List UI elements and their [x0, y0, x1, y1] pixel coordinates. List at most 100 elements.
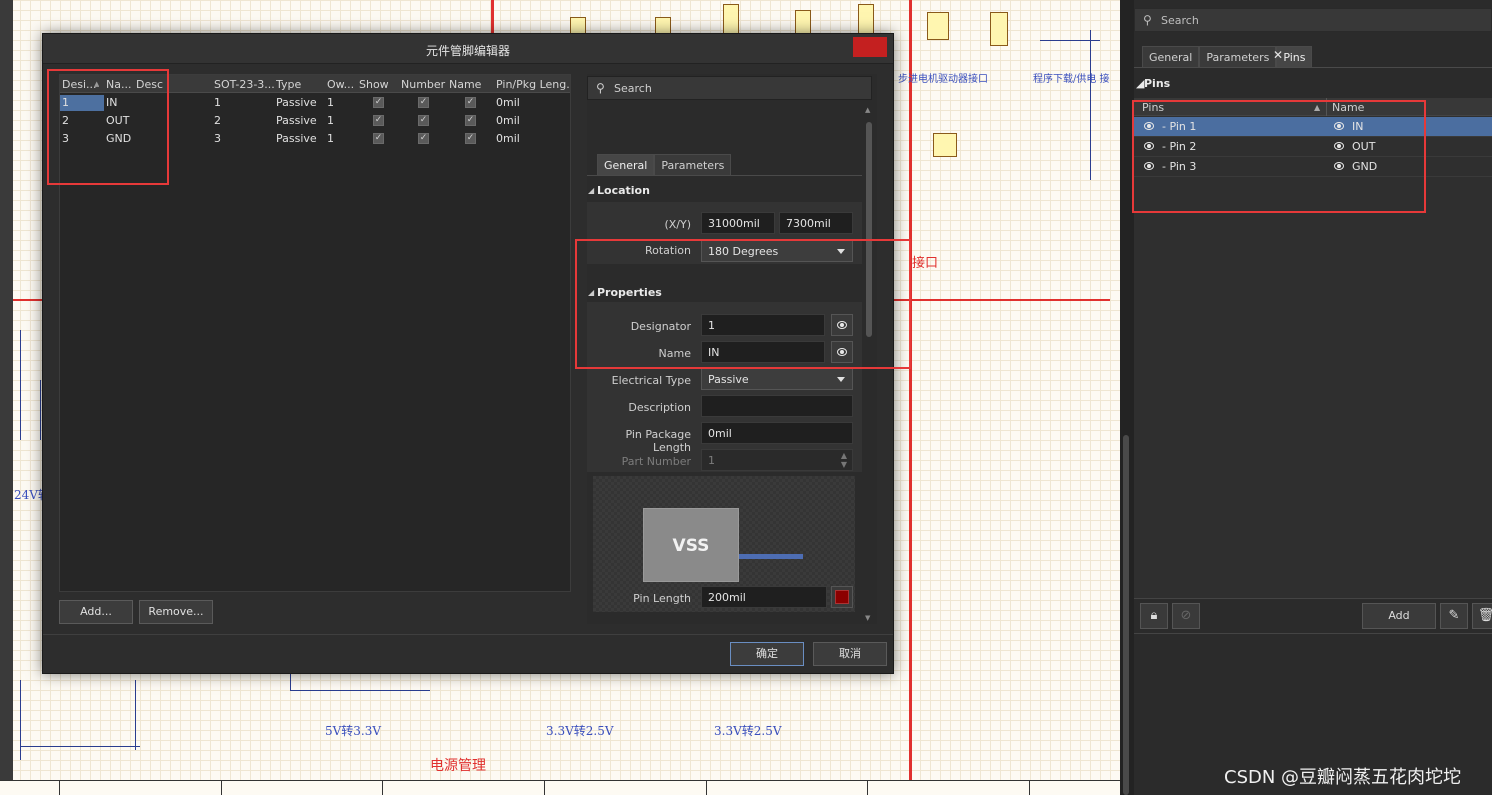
footer-divider: [43, 634, 893, 635]
remove-pin-button[interactable]: Remove...: [139, 600, 213, 624]
name-checkbox[interactable]: ✓: [465, 97, 476, 108]
cell-pin-length[interactable]: 0mil: [496, 114, 520, 127]
cell-type[interactable]: Passive: [276, 132, 317, 145]
eye-icon: [837, 348, 847, 356]
connector-symbol: [723, 4, 739, 34]
number-checkbox[interactable]: ✓: [418, 97, 429, 108]
add-pin-button[interactable]: Add: [1362, 603, 1436, 629]
number-checkbox[interactable]: ✓: [418, 115, 429, 126]
col-pin-length[interactable]: Pin/Pkg Leng...: [496, 78, 570, 91]
lock-button[interactable]: 🔒︎: [1140, 603, 1168, 629]
eye-off-icon: ⊘: [1180, 608, 1192, 623]
scroll-up-icon[interactable]: ▲: [865, 106, 870, 114]
col-type[interactable]: Type: [276, 78, 324, 91]
show-checkbox[interactable]: ✓: [373, 115, 384, 126]
cell-package[interactable]: 3: [214, 132, 221, 145]
description-field[interactable]: [701, 395, 853, 417]
cell-name[interactable]: OUT: [106, 114, 129, 127]
edit-button[interactable]: ✎: [1440, 603, 1468, 629]
column-pins[interactable]: Pins: [1142, 101, 1164, 114]
cell-pin-length[interactable]: 0mil: [496, 96, 520, 109]
cell-package[interactable]: 2: [214, 114, 221, 127]
col-name[interactable]: Na...: [106, 78, 136, 91]
connector-symbol: [933, 133, 957, 157]
show-checkbox[interactable]: ✓: [373, 133, 384, 144]
cell-name[interactable]: GND: [106, 132, 131, 145]
cell-designator[interactable]: 3: [62, 132, 69, 145]
name-visibility-button[interactable]: [831, 341, 853, 363]
cell-name[interactable]: IN: [106, 96, 117, 109]
pins-section-header[interactable]: Pins: [1144, 77, 1170, 90]
x-field[interactable]: 31000mil: [701, 212, 775, 234]
visibility-eye-icon[interactable]: [1144, 142, 1154, 150]
collapse-icon[interactable]: ◢: [588, 288, 594, 297]
col-show[interactable]: Show: [359, 78, 399, 91]
designator-field[interactable]: 1: [701, 314, 825, 336]
sheet-border-line: [894, 299, 1110, 301]
y-field[interactable]: 7300mil: [779, 212, 853, 234]
col-name-visible[interactable]: Name: [449, 78, 493, 91]
wire: [290, 690, 430, 691]
visibility-eye-icon[interactable]: [1334, 142, 1344, 150]
cell-designator[interactable]: 1: [60, 95, 104, 111]
tab-parameters[interactable]: Parameters: [654, 154, 732, 176]
pin-grid-row[interactable]: 3 GND 3 Passive 1 ✓ ✓ ✓ 0mil: [60, 130, 570, 148]
scrollbar-thumb[interactable]: [866, 122, 872, 337]
visibility-eye-icon[interactable]: [1334, 162, 1344, 170]
cell-pin-length[interactable]: 0mil: [496, 132, 520, 145]
visibility-eye-icon[interactable]: [1334, 122, 1344, 130]
pin-color-picker[interactable]: [831, 586, 853, 608]
col-owner[interactable]: Ow...: [327, 78, 357, 91]
cell-designator[interactable]: 2: [62, 114, 69, 127]
name-field[interactable]: IN: [701, 341, 825, 363]
properties-search-input[interactable]: ⚲ Search: [587, 76, 872, 100]
chevron-down-icon: [837, 377, 845, 382]
column-divider: [1326, 98, 1327, 116]
scroll-down-icon[interactable]: ▼: [865, 614, 870, 622]
cancel-button[interactable]: 取消: [813, 642, 887, 666]
pin-package-length-field[interactable]: 0mil: [701, 422, 853, 444]
cell-type[interactable]: Passive: [276, 96, 317, 109]
hide-button[interactable]: ⊘: [1172, 603, 1200, 629]
description-label: Description: [628, 401, 691, 414]
cell-type[interactable]: Passive: [276, 114, 317, 127]
scrollbar-thumb[interactable]: [1123, 435, 1129, 795]
add-pin-button[interactable]: Add...: [59, 600, 133, 624]
pin-row[interactable]: - Pin 2 OUT: [1134, 137, 1492, 157]
collapse-icon[interactable]: ◢: [588, 186, 594, 195]
part-number-label: Part Number: [621, 455, 691, 468]
col-package[interactable]: SOT-23-3...: [214, 78, 274, 91]
connector-symbol: [990, 12, 1008, 46]
column-name[interactable]: Name: [1332, 101, 1364, 114]
tab-general[interactable]: General: [597, 154, 655, 176]
visibility-eye-icon[interactable]: [1144, 122, 1154, 130]
panel-scrollbar[interactable]: [1120, 0, 1134, 795]
delete-button[interactable]: 🗑︎: [1472, 603, 1492, 629]
close-button[interactable]: ✕: [853, 37, 1283, 62]
pin-row[interactable]: - Pin 1 IN: [1134, 117, 1492, 137]
designator-visibility-button[interactable]: [831, 314, 853, 336]
properties-scrollbar[interactable]: [866, 114, 872, 624]
dialog-titlebar[interactable]: 元件管脚编辑器 ✕: [43, 34, 1283, 64]
col-desc[interactable]: Desc: [136, 78, 176, 91]
pin-grid-row[interactable]: 2 OUT 2 Passive 1 ✓ ✓ ✓ 0mil: [60, 112, 570, 130]
cell-owner[interactable]: 1: [327, 96, 334, 109]
ok-button[interactable]: 确定: [730, 642, 804, 666]
pin-length-field[interactable]: 200mil: [701, 586, 827, 608]
electrical-type-select[interactable]: Passive: [701, 368, 853, 390]
name-checkbox[interactable]: ✓: [465, 115, 476, 126]
cell-package[interactable]: 1: [214, 96, 221, 109]
name-checkbox[interactable]: ✓: [465, 133, 476, 144]
col-number[interactable]: Number: [401, 78, 447, 91]
properties-header[interactable]: Properties: [597, 286, 662, 299]
number-checkbox[interactable]: ✓: [418, 133, 429, 144]
pin-row[interactable]: - Pin 3 GND: [1134, 157, 1492, 177]
cell-owner[interactable]: 1: [327, 132, 334, 145]
panel-search-input[interactable]: ⚲ Search: [1134, 8, 1492, 32]
cell-owner[interactable]: 1: [327, 114, 334, 127]
rotation-select[interactable]: 180 Degrees: [701, 240, 853, 262]
pin-grid-row[interactable]: 1 IN 1 Passive 1 ✓ ✓ ✓ 0mil: [60, 94, 570, 112]
location-header[interactable]: Location: [597, 184, 650, 197]
visibility-eye-icon[interactable]: [1144, 162, 1154, 170]
show-checkbox[interactable]: ✓: [373, 97, 384, 108]
